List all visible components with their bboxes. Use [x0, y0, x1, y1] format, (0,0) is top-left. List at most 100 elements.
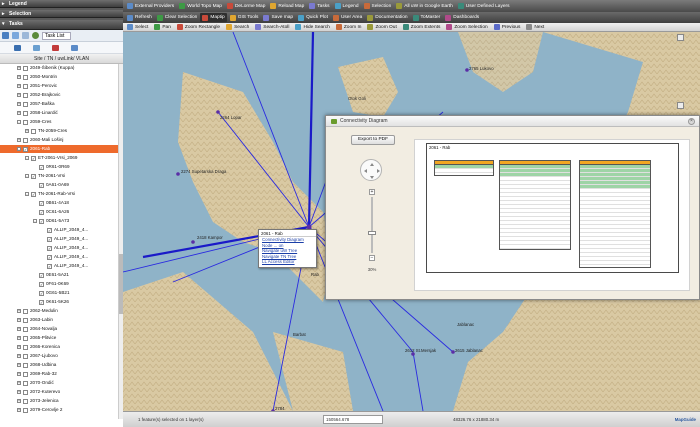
tree-item[interactable]: - 2059-Cres: [0, 118, 118, 126]
btn-refresh[interactable]: Refresh: [125, 13, 154, 22]
tree-item[interactable]: ✓ 0G61-5B21: [0, 289, 118, 297]
btn-user-area[interactable]: User Area: [331, 13, 364, 22]
tree-item[interactable]: ✓ 0E61-5A21: [0, 271, 118, 279]
tree-item[interactable]: +2068-Udbina: [0, 361, 118, 369]
tool-pan[interactable]: Pan: [152, 23, 173, 31]
tree-item[interactable]: ✓ 0A61-0A69: [0, 181, 118, 189]
tree-item[interactable]: +2063-Labin: [0, 316, 118, 324]
tree-item[interactable]: +2064-Novalja: [0, 325, 118, 333]
expand-icon[interactable]: +: [17, 75, 21, 79]
tree-checkbox[interactable]: [23, 371, 28, 377]
tree-checkbox[interactable]: ✓: [31, 173, 36, 179]
tree-checkbox[interactable]: ✓: [39, 218, 44, 224]
legend-panel-header[interactable]: ▸ Legend: [0, 0, 123, 8]
zoom-knob[interactable]: [368, 231, 376, 235]
tree-checkbox[interactable]: [23, 335, 28, 341]
tree-checkbox[interactable]: ✓: [39, 299, 44, 305]
filter-icon[interactable]: [14, 44, 21, 51]
refresh-icon[interactable]: [71, 44, 78, 51]
tree-item[interactable]: ✓ ALLIP_2049_4...: [0, 253, 118, 261]
tool-zoom-extents[interactable]: Zoom Extents: [401, 23, 443, 31]
tree-item[interactable]: +2072-Kuterevo: [0, 388, 118, 396]
menu-item-ll-access-editor[interactable]: LL Access Editor: [259, 259, 316, 265]
expand-icon[interactable]: +: [17, 318, 21, 322]
btn-documentation[interactable]: Documentation: [365, 13, 409, 22]
tree-item[interactable]: - ✓ 0D61-5A73: [0, 217, 118, 225]
tree-checkbox[interactable]: ✓: [23, 146, 28, 152]
tree-checkbox[interactable]: [23, 344, 28, 350]
dialog-titlebar[interactable]: Connectivity Diagram ×: [326, 116, 699, 127]
tree-item[interactable]: +2049-Šibenik (Kuppa): [0, 64, 118, 72]
tree-item[interactable]: +2070-Ondić: [0, 379, 118, 387]
tree-item[interactable]: +2060-Mali Lošinj: [0, 136, 118, 144]
btn-external-providers[interactable]: External Providers: [125, 2, 176, 11]
btn-all-uw-in-google-earth[interactable]: All uW in Google Earth: [394, 2, 455, 11]
btn-user-defined-layers[interactable]: User Defined Layers: [456, 2, 512, 11]
expand-icon[interactable]: +: [17, 84, 21, 88]
expand-icon[interactable]: +: [17, 381, 21, 385]
tree-item[interactable]: + TN-2059-Cres: [0, 127, 118, 135]
tree-checkbox[interactable]: ✓: [47, 254, 52, 260]
btn-legend[interactable]: Legend: [333, 2, 361, 11]
tree-checkbox[interactable]: [31, 128, 36, 134]
expand-icon[interactable]: +: [17, 372, 21, 376]
tree-item[interactable]: +2050-Montrin: [0, 73, 118, 81]
btn-delorme-map[interactable]: DeLorme Map: [225, 2, 267, 11]
tree-checkbox[interactable]: [23, 362, 28, 368]
btn-clear-selection[interactable]: Clear Selection: [155, 13, 200, 22]
export-pdf-button[interactable]: Export to PDF: [351, 135, 395, 145]
expand-icon[interactable]: +: [17, 102, 21, 106]
tree-item[interactable]: ✓ ALLIP_2049_4...: [0, 244, 118, 252]
diagram-canvas[interactable]: 2061 - Rab: [414, 139, 690, 291]
zoom-in-button[interactable]: +: [369, 189, 375, 195]
collapse-icon[interactable]: -: [17, 120, 21, 124]
collapse-icon[interactable]: -: [25, 192, 29, 196]
close-icon[interactable]: ×: [688, 118, 695, 125]
tree-item[interactable]: +2069-Rab-32: [0, 370, 118, 378]
tree-checkbox[interactable]: ✓: [39, 281, 44, 287]
coordinate-field[interactable]: 150564.678: [323, 415, 383, 424]
expand-icon[interactable]: +: [17, 390, 21, 394]
tree-item[interactable]: ✓ 0R61-0R69: [0, 163, 118, 171]
tree-checkbox[interactable]: ✓: [47, 227, 52, 233]
btn-gis-tools[interactable]: GIS Tools: [228, 13, 261, 22]
tree-item[interactable]: ✓ ALLIP_2049_4...: [0, 226, 118, 234]
tree-item[interactable]: +2057-Baška: [0, 100, 118, 108]
btn-dashboards[interactable]: Dashboards: [443, 13, 481, 22]
btn-reload-map[interactable]: Reload Map: [268, 2, 306, 11]
tree-item[interactable]: ✓ 0B61-4A18: [0, 199, 118, 207]
tasks-panel-header[interactable]: ▾ Tasks: [0, 20, 123, 30]
pan-up-icon[interactable]: [677, 34, 684, 41]
tree-checkbox[interactable]: [23, 83, 28, 89]
tree-item[interactable]: ✓ ALLIP_2049_4...: [0, 235, 118, 243]
tree-item[interactable]: +2052-Brajkovic: [0, 91, 118, 99]
collapse-icon[interactable]: -: [25, 156, 29, 160]
tool-zoom-out[interactable]: Zoom Out: [365, 23, 398, 31]
tree-checkbox[interactable]: ✓: [39, 209, 44, 215]
tree-item[interactable]: - ✓ TN-2061-Rab-Vrsi: [0, 190, 118, 198]
expand-icon[interactable]: +: [17, 408, 21, 412]
tree-item[interactable]: ✓ 0C61-6A26: [0, 208, 118, 216]
zoom-in-icon[interactable]: [677, 102, 684, 109]
tree-checkbox[interactable]: [23, 398, 28, 404]
tree-item[interactable]: +2067-Ljubovo: [0, 352, 118, 360]
expand-icon[interactable]: +: [17, 309, 21, 313]
collapse-icon[interactable]: -: [33, 219, 37, 223]
tree-checkbox[interactable]: ✓: [39, 290, 44, 296]
tool-zoom-rectangle[interactable]: Zoom Rectangle: [175, 23, 222, 31]
tree-checkbox[interactable]: [23, 137, 28, 143]
tree-checkbox[interactable]: [23, 389, 28, 395]
tree-checkbox[interactable]: [23, 101, 28, 107]
tree-checkbox[interactable]: ✓: [39, 272, 44, 278]
tree-item[interactable]: +2062-Medulin: [0, 307, 118, 315]
tree-checkbox[interactable]: [23, 380, 28, 386]
tree-item[interactable]: +2058-Linardić: [0, 109, 118, 117]
expand-icon[interactable]: +: [17, 327, 21, 331]
tool-select[interactable]: Select: [125, 23, 150, 31]
tool-search[interactable]: Search: [224, 23, 251, 31]
tool-previous[interactable]: Previous: [492, 23, 523, 31]
tree-checkbox[interactable]: ✓: [39, 164, 44, 170]
tree-item[interactable]: +2065-Plitvice: [0, 334, 118, 342]
expand-icon[interactable]: +: [17, 138, 21, 142]
search-icon[interactable]: [33, 44, 40, 51]
